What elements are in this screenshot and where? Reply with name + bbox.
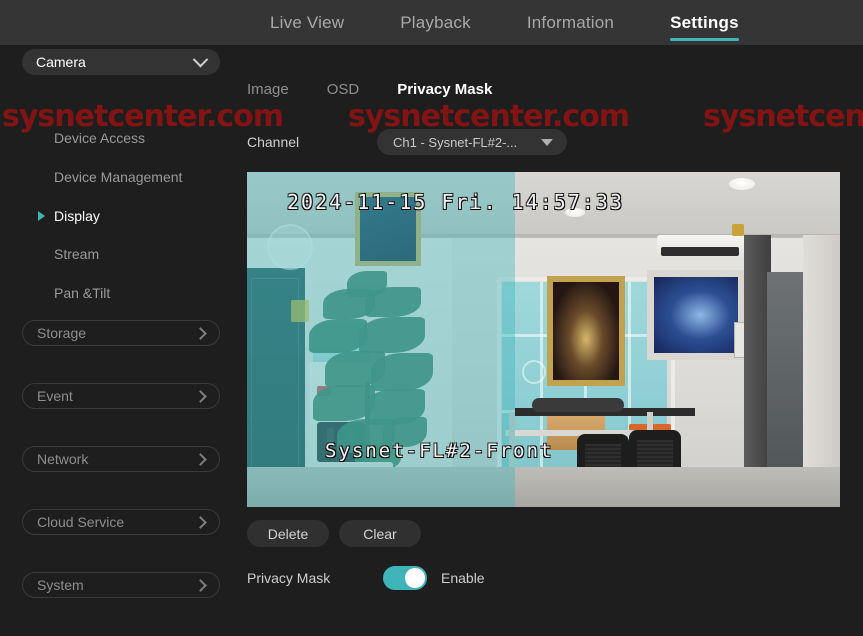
sidebar-item-stream[interactable]: Stream: [54, 246, 99, 262]
sidebar-group-network-label: Network: [37, 451, 89, 467]
caret-down-icon: [541, 138, 553, 146]
clear-button[interactable]: Clear: [339, 520, 421, 547]
tab-image[interactable]: Image: [247, 81, 289, 98]
nav-tab-live-view-label: Live View: [270, 12, 345, 32]
settings-content-panel: Image OSD Privacy Mask Channel Ch1 - Sys…: [240, 45, 863, 636]
top-navigation-bar: Live View Playback Information Settings: [0, 0, 863, 45]
privacy-mask-row: Privacy Mask Enable: [247, 566, 485, 590]
sidebar-item-display-label: Display: [54, 208, 100, 224]
nav-tab-playback-label: Playback: [400, 12, 471, 32]
settings-sidebar: Camera Device Access Device Management D…: [0, 45, 240, 636]
downlight-icon: [565, 208, 585, 217]
sidebar-item-device-management[interactable]: Device Management: [54, 169, 182, 185]
mask-action-buttons: Delete Clear: [247, 520, 421, 547]
chevron-right-icon: [194, 326, 207, 340]
delete-button[interactable]: Delete: [247, 520, 329, 547]
sidebar-group-camera[interactable]: Camera: [22, 49, 220, 75]
chevron-right-icon: [194, 515, 207, 529]
tab-image-label: Image: [247, 81, 289, 98]
chevron-down-icon: [192, 51, 209, 67]
tab-osd[interactable]: OSD: [327, 81, 360, 98]
sidebar-item-pan-tilt-label: Pan &Tilt: [54, 285, 111, 301]
floor: [247, 467, 840, 507]
tab-osd-label: OSD: [326, 81, 360, 98]
sidebar-group-event-label: Event: [37, 388, 73, 404]
sidebar-item-display[interactable]: Display: [38, 208, 100, 224]
sidebar-group-network[interactable]: Network: [22, 446, 220, 472]
nav-tab-information-label: Information: [526, 12, 615, 32]
tab-privacy-mask[interactable]: Privacy Mask: [397, 81, 492, 98]
sidebar-item-stream-label: Stream: [54, 246, 100, 262]
desk-roll: [532, 398, 624, 412]
sidebar-item-pan-tilt[interactable]: Pan &Tilt: [54, 285, 110, 301]
sidebar-group-system[interactable]: System: [22, 572, 220, 598]
sidebar-item-device-access-label: Device Access: [54, 130, 146, 146]
privacy-mask-toggle-text: Enable: [441, 570, 485, 586]
sidebar-group-storage[interactable]: Storage: [22, 320, 220, 346]
channel-select[interactable]: Ch1 - Sysnet-FL#2-...: [377, 129, 567, 155]
channel-row: Channel Ch1 - Sysnet-FL#2-...: [247, 129, 567, 155]
nav-tab-live-view[interactable]: Live View: [270, 0, 344, 45]
video-preview[interactable]: 2024-11-15 Fri. 14:57:33 Sysnet-FL#2-Fro…: [247, 172, 840, 507]
plant-foliage: [303, 267, 443, 472]
downlight-icon: [729, 178, 755, 190]
tab-privacy-mask-label: Privacy Mask: [397, 81, 493, 98]
privacy-mask-label: Privacy Mask: [247, 570, 331, 586]
channel-label: Channel: [247, 134, 300, 150]
sidebar-group-cloud-service[interactable]: Cloud Service: [22, 509, 220, 535]
sidebar-group-camera-label: Camera: [36, 54, 86, 70]
content-tabs: Image OSD Privacy Mask: [247, 81, 492, 98]
framed-picture-buddha: [547, 276, 625, 386]
channel-select-value: Ch1 - Sysnet-FL#2-...: [393, 134, 518, 150]
wall-clock: [267, 224, 313, 270]
sidebar-group-event[interactable]: Event: [22, 383, 220, 409]
chevron-right-icon: [194, 578, 207, 592]
privacy-mask-toggle[interactable]: [383, 566, 427, 590]
sidebar-item-device-management-label: Device Management: [54, 169, 183, 185]
nav-tab-settings[interactable]: Settings: [670, 0, 739, 45]
triangle-right-icon: [38, 211, 45, 221]
nav-tab-playback[interactable]: Playback: [400, 0, 471, 45]
chevron-right-icon: [194, 452, 207, 466]
sidebar-group-cloud-service-label: Cloud Service: [37, 514, 125, 530]
top-nav-items: Live View Playback Information Settings: [270, 0, 739, 45]
camera-scene: [247, 172, 840, 507]
framed-picture-left: [355, 192, 421, 266]
sidebar-item-device-access[interactable]: Device Access: [54, 130, 145, 146]
app-root: Live View Playback Information Settings …: [0, 0, 863, 636]
nav-tab-information[interactable]: Information: [527, 0, 614, 45]
sidebar-group-storage-label: Storage: [37, 325, 87, 341]
air-conditioner-vent: [661, 247, 739, 256]
wall-emblem: [732, 224, 744, 236]
toggle-knob: [405, 568, 425, 588]
nav-tab-settings-label: Settings: [670, 12, 739, 32]
sidebar-group-system-label: System: [37, 577, 84, 593]
framed-picture-blue: [647, 270, 745, 360]
chevron-right-icon: [194, 389, 207, 403]
